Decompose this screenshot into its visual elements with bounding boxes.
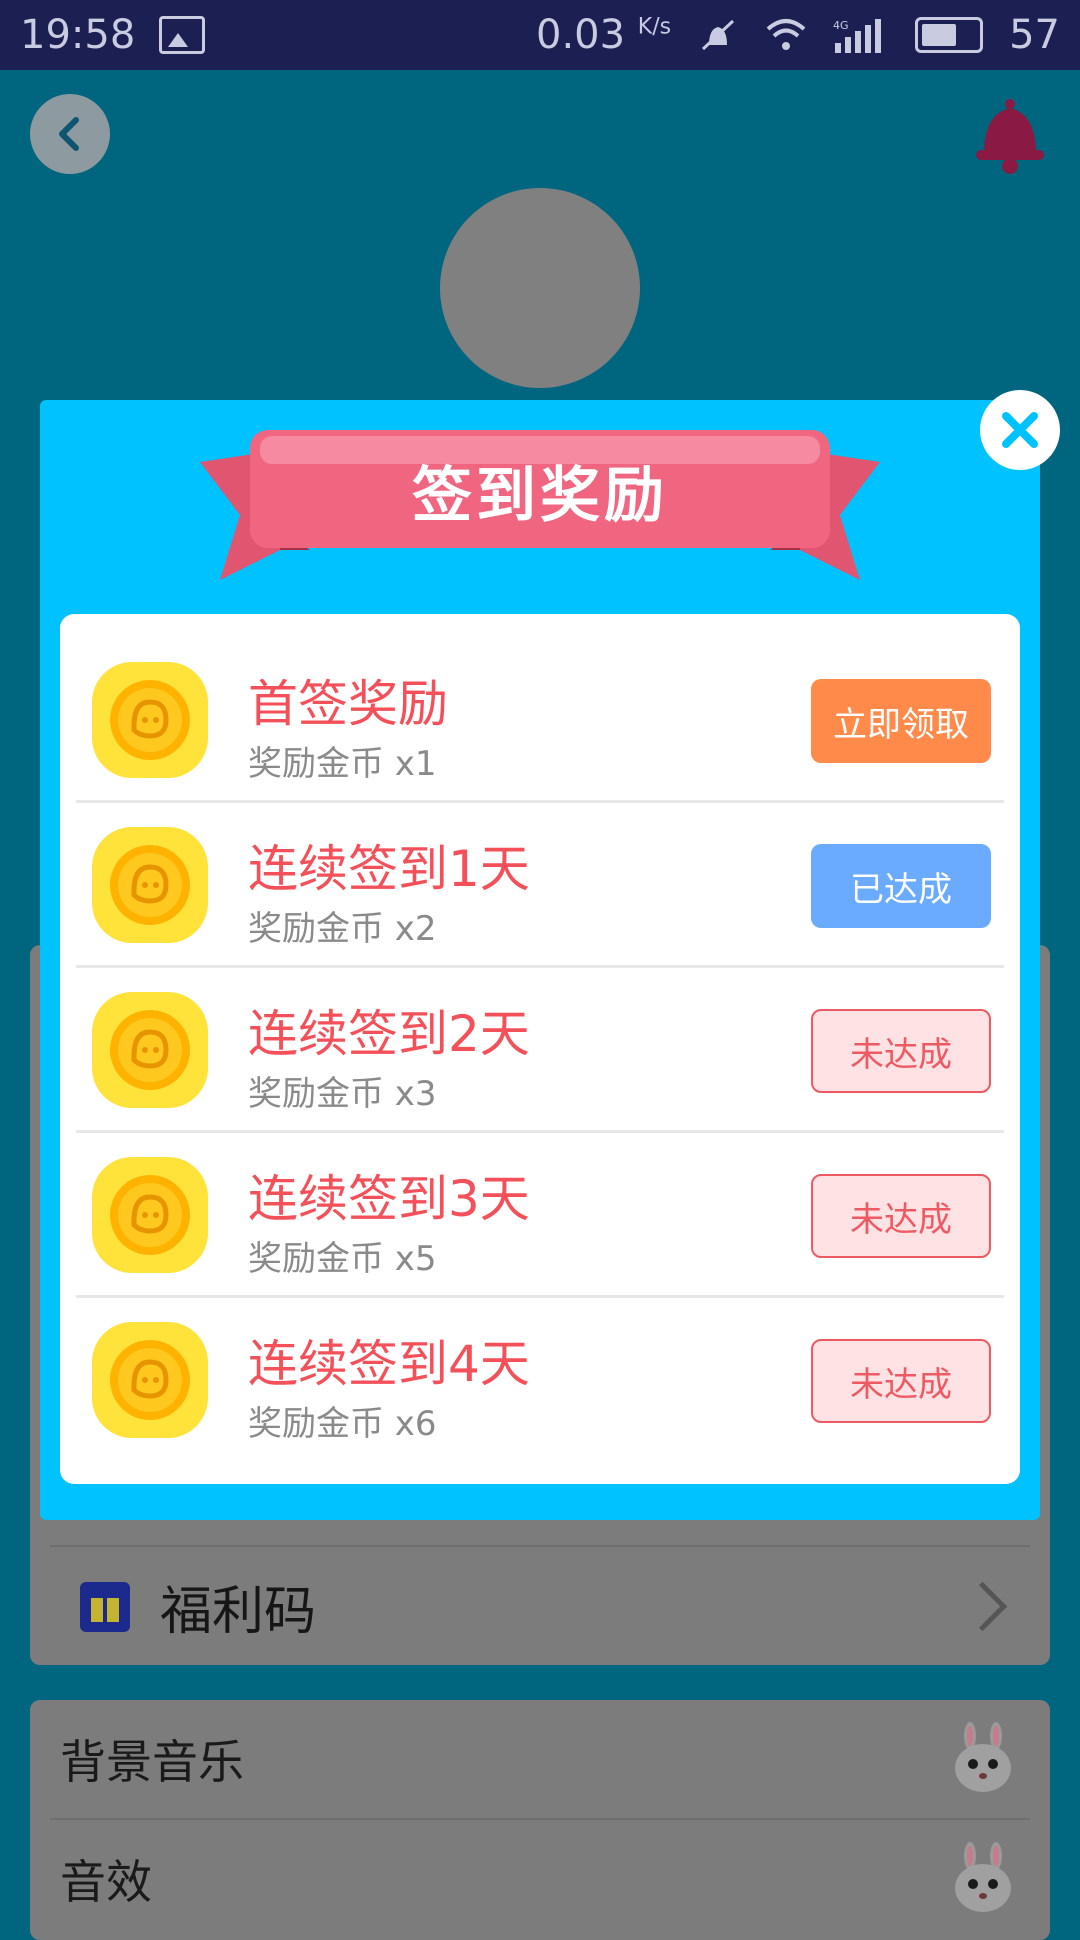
wifi-icon [766,19,806,50]
bell-icon[interactable] [974,96,1046,176]
reward-subtitle: 奖励金币 x5 [248,1239,437,1279]
not-achieved-button[interactable]: 未达成 [811,1339,991,1423]
reward-title: 连续签到1天 [248,840,530,898]
reward-row: 连续签到2天 奖励金币 x3 未达成 [76,966,1004,1131]
reward-title: 连续签到2天 [248,1005,530,1063]
setting-row-sound[interactable]: 音效 [30,1820,1050,1938]
back-button[interactable] [30,94,110,174]
setting-row-music[interactable]: 背景音乐 [30,1700,1050,1818]
chevron-right-icon [957,1581,1008,1632]
reward-subtitle: 奖励金币 x6 [248,1404,437,1444]
not-achieved-button[interactable]: 未达成 [811,1174,991,1258]
net-speed-unit: K/s [637,14,672,40]
status-time: 19:58 [20,12,136,58]
reward-row: 首签奖励 奖励金币 x1 立即领取 [76,636,1004,801]
setting-label: 背景音乐 [60,1735,244,1789]
reward-title: 首签奖励 [248,675,448,733]
not-achieved-button[interactable]: 未达成 [811,1009,991,1093]
avatar[interactable] [440,188,640,388]
battery-icon [915,17,984,53]
battery-level: 57 [1009,12,1060,58]
coin-icon [92,662,208,778]
welfare-code-row[interactable]: 福利码 [30,1548,1050,1665]
bunny-icon[interactable] [946,1842,1020,1916]
reward-row: 连续签到3天 奖励金币 x5 未达成 [76,1131,1004,1296]
signal-type-label: 4G [833,19,849,32]
image-notification-icon [159,16,206,54]
divider [50,1545,1030,1547]
bunny-icon[interactable] [946,1722,1020,1796]
gift-icon [80,1581,130,1632]
reward-subtitle: 奖励金币 x3 [248,1074,437,1114]
reward-title: 连续签到3天 [248,1170,530,1228]
reward-row: 连续签到1天 奖励金币 x2 已达成 [76,801,1004,966]
close-button[interactable] [980,390,1060,470]
reward-subtitle: 奖励金币 x1 [248,744,437,784]
coin-icon [92,1157,208,1273]
net-speed: 0.03 K/s [536,12,671,58]
claim-button[interactable]: 立即领取 [811,679,991,763]
dialog-title: 签到奖励 [412,460,668,531]
status-right: 0.03 K/s 4G 57 [536,12,1060,58]
back-arrow-icon [59,117,79,151]
reward-row: 连续签到4天 奖励金币 x6 未达成 [76,1296,1004,1461]
coin-icon [92,827,208,943]
status-bar: 19:58 0.03 K/s 4G 57 [0,0,1080,70]
coin-icon [92,992,208,1108]
close-icon [1002,412,1038,448]
mute-bell-icon [702,19,735,51]
welfare-code-label: 福利码 [160,1582,317,1642]
reward-title: 连续签到4天 [248,1335,530,1393]
reward-subtitle: 奖励金币 x2 [248,909,437,949]
coin-icon [92,1322,208,1438]
net-speed-value: 0.03 [536,12,626,58]
cell-signal-icon: 4G [833,19,882,53]
setting-label: 音效 [60,1855,152,1909]
achieved-button[interactable]: 已达成 [811,844,991,928]
